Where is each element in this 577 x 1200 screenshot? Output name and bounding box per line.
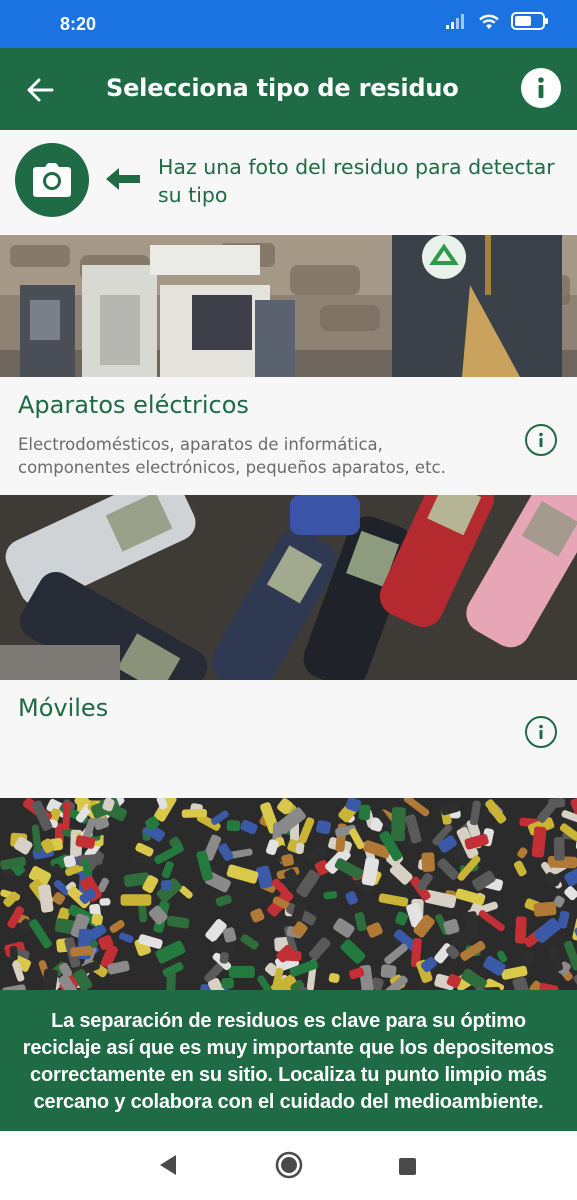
signal-icon — [446, 14, 464, 29]
info-button[interactable] — [521, 68, 561, 108]
nav-back-icon[interactable] — [158, 1154, 178, 1176]
info-icon — [539, 724, 543, 739]
status-icons — [445, 12, 549, 30]
category-image-electrical[interactable] — [0, 235, 577, 377]
page-title: Selecciona tipo de residuo — [106, 74, 459, 102]
category-info-button[interactable] — [525, 716, 557, 748]
info-icon — [538, 77, 544, 98]
arrow-left-icon — [106, 168, 140, 190]
wifi-icon — [479, 14, 499, 29]
batteries-photo — [0, 798, 577, 990]
system-nav-bar — [0, 1131, 577, 1200]
category-title: Móviles — [18, 694, 109, 722]
battery-icon — [511, 12, 548, 30]
info-icon — [539, 432, 543, 447]
category-info-button[interactable] — [525, 424, 557, 456]
category-card-mobiles[interactable]: Móviles — [0, 680, 577, 798]
status-time: 8:20 — [60, 14, 97, 34]
recycling-info-banner: La separación de residuos es clave para … — [0, 990, 577, 1131]
back-button[interactable] — [22, 72, 58, 108]
category-image-batteries[interactable] — [0, 798, 577, 990]
arrow-left-icon — [27, 78, 54, 102]
category-image-mobiles[interactable] — [0, 495, 577, 680]
nav-recent-icon[interactable] — [399, 1158, 416, 1175]
photo-hint-text[interactable]: Haz una foto del residuo para detectar s… — [158, 153, 568, 209]
status-bar: 8:20 — [0, 0, 577, 48]
nav-home-icon[interactable] — [275, 1151, 303, 1179]
category-card-electrical[interactable]: Aparatos eléctricos Electrodomésticos, a… — [0, 377, 577, 495]
electrical-waste-photo — [0, 235, 577, 377]
photo-detect-row: Haz una foto del residuo para detectar s… — [0, 130, 577, 235]
mobile-phones-photo — [0, 495, 577, 680]
app-bar: Selecciona tipo de residuo — [0, 48, 577, 130]
camera-button[interactable] — [15, 143, 89, 217]
category-description: Electrodomésticos, aparatos de informáti… — [18, 435, 446, 477]
category-title: Aparatos eléctricos — [18, 391, 249, 419]
camera-icon — [33, 163, 71, 197]
